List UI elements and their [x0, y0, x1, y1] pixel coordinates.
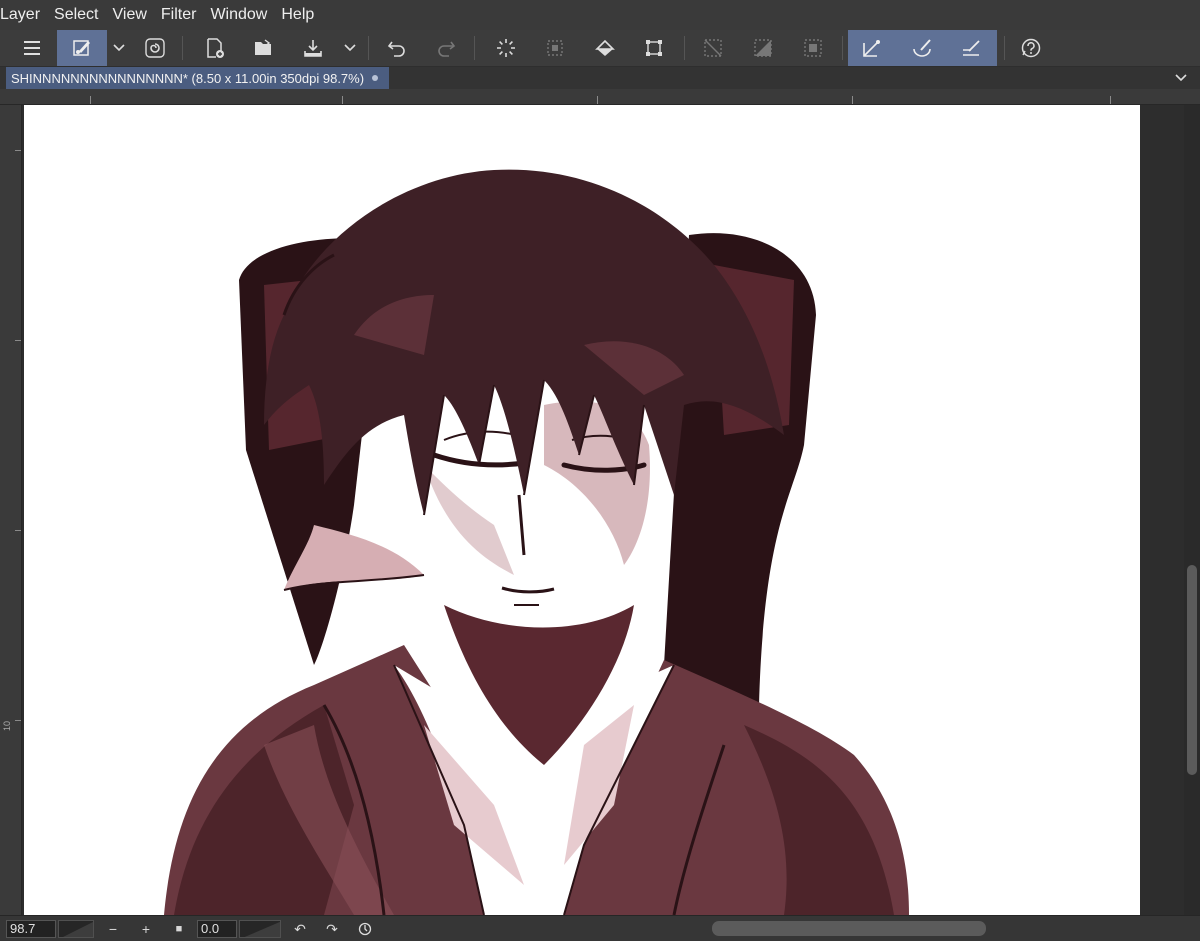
- reset-rotation-button[interactable]: [356, 920, 374, 938]
- chevron-down-icon: [344, 44, 356, 52]
- zoom-slider-ramp: [63, 922, 93, 937]
- undo-icon: [387, 41, 405, 57]
- invert-selection-icon: [754, 39, 772, 57]
- help-icon: [1021, 38, 1041, 58]
- document-tab-title: SHINNNNNNNNNNNNNNNN* (8.50 x 11.00in 350…: [11, 70, 365, 86]
- clear-selection-button[interactable]: [693, 30, 733, 66]
- toolbar-separator: [1004, 36, 1005, 60]
- fill-button[interactable]: [585, 30, 625, 66]
- menu-layer[interactable]: Layer: [0, 0, 47, 30]
- tab-list-button[interactable]: [1172, 69, 1190, 87]
- invert-selection-button[interactable]: [743, 30, 783, 66]
- rotate-right-button[interactable]: ↷: [323, 920, 341, 938]
- artwork-illustration: [164, 169, 909, 915]
- menu-help[interactable]: Help: [274, 0, 321, 30]
- horizontal-ruler: [0, 89, 1200, 105]
- command-bar: [0, 30, 1200, 67]
- vertical-scroll-thumb[interactable]: [1187, 565, 1197, 775]
- toolbar-separator: [368, 36, 369, 60]
- lasso-spiral-icon: [145, 38, 165, 58]
- save-download-icon: [304, 40, 322, 57]
- menu-button[interactable]: [12, 30, 52, 66]
- vector-pen-button[interactable]: [852, 30, 892, 66]
- vector-pen-icon: [863, 40, 880, 57]
- toolbar-separator: [474, 36, 475, 60]
- unsaved-dot-icon: [372, 75, 379, 81]
- vector-eraser-button[interactable]: [951, 30, 991, 66]
- brush-tool-button[interactable]: [57, 30, 107, 66]
- selection-loading-icon: [497, 39, 515, 57]
- menu-filter[interactable]: Filter: [154, 0, 204, 30]
- transform-crop-icon: [646, 40, 662, 56]
- status-bar: 98.7 − + ■ 0.0 ↶ ↷: [0, 915, 1200, 941]
- rotate-left-button[interactable]: ↶: [291, 920, 309, 938]
- rotation-field[interactable]: 0.0: [197, 920, 237, 938]
- ruler-label: 10: [1, 720, 12, 732]
- selection-marquee-icon: [547, 40, 563, 56]
- vertical-ruler: 10: [0, 105, 22, 915]
- fit-button[interactable]: ■: [170, 920, 188, 938]
- help-button[interactable]: [1011, 30, 1051, 66]
- save-button[interactable]: [293, 30, 333, 66]
- vertical-scrollbar[interactable]: [1184, 105, 1200, 915]
- menu-bar: Layer Select View Filter Window Help: [0, 0, 1200, 30]
- zoom-field[interactable]: 98.7: [6, 920, 56, 938]
- selection-marquee-button[interactable]: [535, 30, 575, 66]
- menu-window[interactable]: Window: [203, 0, 274, 30]
- chevron-down-icon: [1175, 74, 1187, 82]
- rotation-slider-ramp: [244, 921, 280, 937]
- new-file-button[interactable]: [195, 30, 235, 66]
- toolbar-separator: [684, 36, 685, 60]
- open-folder-icon: [255, 39, 271, 55]
- chevron-down-icon: [113, 44, 125, 52]
- canvas-workspace[interactable]: [22, 105, 1184, 915]
- brush-tool-icon: [73, 40, 90, 56]
- fill-bucket-icon: [595, 39, 615, 56]
- save-dropdown-button[interactable]: [340, 30, 360, 66]
- clear-selection-icon: [704, 39, 722, 57]
- drawing-canvas[interactable]: [24, 105, 1140, 915]
- toolbar-separator: [182, 36, 183, 60]
- undo-button[interactable]: [377, 30, 417, 66]
- vector-brush-button[interactable]: [902, 30, 942, 66]
- show-selection-button[interactable]: [793, 30, 833, 66]
- zoom-slider[interactable]: [58, 920, 94, 938]
- reset-rotation-icon: [358, 922, 372, 936]
- document-tab[interactable]: SHINNNNNNNNNNNNNNNN* (8.50 x 11.00in 350…: [6, 67, 389, 89]
- selection-loading-button[interactable]: [486, 30, 526, 66]
- horizontal-scroll-thumb[interactable]: [712, 921, 986, 936]
- zoom-in-button[interactable]: +: [137, 920, 155, 938]
- menu-view[interactable]: View: [106, 0, 154, 30]
- transform-button[interactable]: [634, 30, 674, 66]
- redo-button[interactable]: [426, 30, 466, 66]
- toolbar-separator: [842, 36, 843, 60]
- menu-icon: [24, 41, 40, 55]
- zoom-out-button[interactable]: −: [104, 920, 122, 938]
- document-tab-bar: SHINNNNNNNNNNNNNNNN* (8.50 x 11.00in 350…: [0, 67, 1200, 89]
- menu-select[interactable]: Select: [47, 0, 105, 30]
- redo-icon: [438, 41, 456, 57]
- show-selection-icon: [804, 39, 822, 57]
- open-file-button[interactable]: [244, 30, 284, 66]
- lasso-button[interactable]: [135, 30, 175, 66]
- rotation-slider[interactable]: [239, 920, 281, 938]
- vector-brush-icon: [913, 39, 931, 57]
- brush-dropdown-button[interactable]: [109, 30, 129, 66]
- vector-eraser-icon: [963, 40, 980, 56]
- new-file-icon: [207, 38, 224, 58]
